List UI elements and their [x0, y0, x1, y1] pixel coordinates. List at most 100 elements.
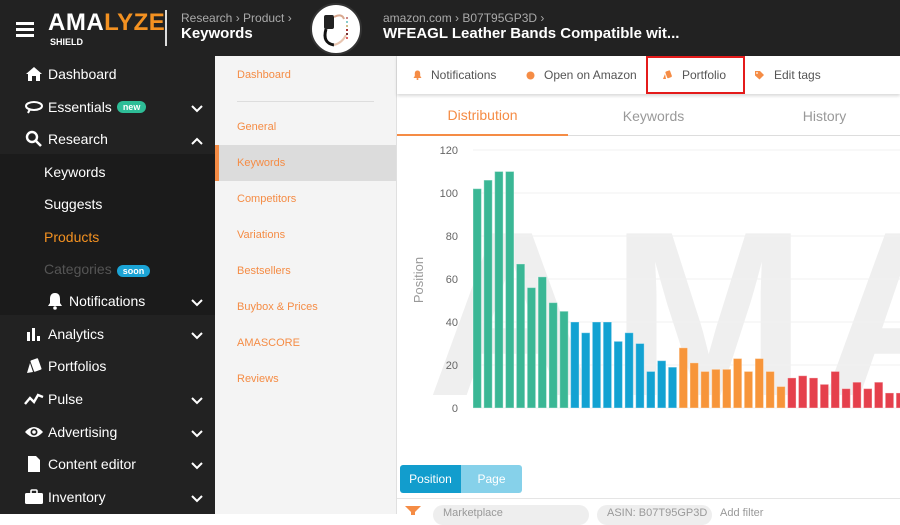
- sidebar-subitem-notifications[interactable]: Notifications: [0, 285, 215, 317]
- bar-red[interactable]: [830, 370, 840, 409]
- bar-red[interactable]: [863, 388, 873, 409]
- y-tick-label: 80: [446, 231, 458, 243]
- bar-red[interactable]: [884, 392, 895, 409]
- bar-blue[interactable]: [667, 366, 678, 409]
- bar-red[interactable]: [852, 381, 862, 409]
- bar-green[interactable]: [559, 310, 569, 409]
- bar-green[interactable]: [537, 276, 548, 409]
- bar-red[interactable]: [798, 375, 808, 409]
- marketplace-filter-chip[interactable]: Marketplace: [433, 505, 589, 525]
- sidebar-item-advertising[interactable]: Advertising: [0, 416, 215, 448]
- bar-orange[interactable]: [678, 347, 689, 409]
- bar-blue[interactable]: [656, 360, 667, 409]
- y-tick-label: 120: [440, 145, 458, 157]
- bar-blue[interactable]: [613, 340, 623, 409]
- eye-icon: [23, 425, 45, 439]
- page-title: Keywords: [181, 25, 253, 42]
- sidebar-item-research[interactable]: Research: [0, 123, 215, 155]
- chevron-up-icon[interactable]: [191, 132, 203, 148]
- bar-green[interactable]: [494, 171, 504, 409]
- bar-red[interactable]: [819, 383, 830, 409]
- bar-orange[interactable]: [711, 368, 721, 409]
- sidebar-item-essentials[interactable]: Essentials new: [0, 91, 215, 123]
- subnav-amascore[interactable]: AMASCORE: [215, 325, 396, 361]
- bar-orange[interactable]: [776, 386, 786, 409]
- subnav-variations[interactable]: Variations: [215, 217, 396, 253]
- sidebar-item-pulse[interactable]: Pulse: [0, 383, 215, 415]
- bar-blue[interactable]: [591, 321, 602, 409]
- bar-orange[interactable]: [700, 370, 710, 409]
- product-image: [310, 3, 362, 55]
- page-toggle-button[interactable]: Page: [461, 465, 522, 493]
- product-subnav: Dashboard General Keywords Competitors V…: [215, 56, 397, 514]
- bell-icon: [44, 292, 66, 310]
- y-tick-label: 100: [440, 188, 458, 200]
- bar-green[interactable]: [483, 179, 493, 409]
- new-badge: new: [116, 101, 147, 113]
- subnav-dashboard[interactable]: Dashboard: [215, 57, 396, 93]
- bar-red[interactable]: [895, 392, 900, 409]
- bar-blue[interactable]: [602, 321, 613, 409]
- bar-red[interactable]: [808, 377, 819, 409]
- sidebar-subitem-keywords[interactable]: Keywords: [44, 164, 105, 180]
- sidebar-item-portfolios[interactable]: Portfolios: [0, 350, 215, 382]
- bar-red[interactable]: [787, 377, 797, 409]
- subnav-bestsellers[interactable]: Bestsellers: [215, 253, 396, 289]
- top-bar: AMALYZE SHIELD Research › Product › Keyw…: [0, 0, 900, 56]
- open-on-amazon-button[interactable]: Open on Amazon: [526, 56, 637, 94]
- chevron-down-icon[interactable]: [191, 425, 203, 441]
- edit-tags-button[interactable]: Edit tags: [754, 56, 821, 94]
- chevron-down-icon[interactable]: [191, 100, 203, 116]
- sidebar-item-analytics[interactable]: Analytics: [0, 318, 215, 350]
- bar-blue[interactable]: [570, 321, 580, 409]
- bar-red[interactable]: [873, 381, 884, 409]
- sidebar-subitem-suggests[interactable]: Suggests: [44, 196, 102, 212]
- subnav-keywords[interactable]: Keywords: [215, 145, 396, 181]
- subnav-buybox-prices[interactable]: Buybox & Prices: [215, 289, 396, 325]
- subnav-reviews[interactable]: Reviews: [215, 361, 396, 397]
- bar-orange[interactable]: [689, 362, 699, 409]
- bar-green[interactable]: [515, 263, 526, 409]
- bar-orange[interactable]: [743, 370, 754, 409]
- bar-green[interactable]: [472, 188, 482, 409]
- subnav-competitors[interactable]: Competitors: [215, 181, 396, 217]
- sidebar-item-content-editor[interactable]: Content editor: [0, 448, 215, 480]
- tab-history[interactable]: History: [739, 96, 900, 136]
- bar-green[interactable]: [548, 302, 558, 409]
- add-filter-link[interactable]: Add filter: [720, 507, 763, 519]
- chevron-down-icon[interactable]: [191, 294, 203, 310]
- bar-red[interactable]: [841, 388, 851, 409]
- sidebar-item-inventory[interactable]: Inventory: [0, 481, 215, 513]
- bar-orange[interactable]: [765, 370, 775, 409]
- tab-keywords[interactable]: Keywords: [568, 96, 739, 136]
- logo[interactable]: AMALYZE: [48, 10, 165, 36]
- notifications-button[interactable]: Notifications: [413, 56, 496, 94]
- asin-filter-chip[interactable]: ASIN: B07T95GP3D: [597, 505, 712, 525]
- chevron-down-icon[interactable]: [191, 457, 203, 473]
- bar-blue[interactable]: [646, 370, 656, 409]
- essentials-icon: [23, 100, 45, 114]
- chevron-down-icon[interactable]: [191, 327, 203, 343]
- bar-green[interactable]: [505, 171, 515, 409]
- bar-blue[interactable]: [635, 343, 645, 409]
- chevron-down-icon[interactable]: [191, 392, 203, 408]
- sidebar-subitem-products[interactable]: Products: [44, 229, 99, 245]
- portfolio-button[interactable]: Portfolio: [662, 56, 726, 94]
- product-breadcrumb[interactable]: amazon.com › B07T95GP3D ›: [383, 11, 544, 25]
- portfolio-icon: [662, 70, 673, 80]
- breadcrumb[interactable]: Research › Product ›: [181, 11, 292, 25]
- bar-green[interactable]: [526, 287, 537, 409]
- chevron-down-icon[interactable]: [191, 490, 203, 506]
- menu-icon[interactable]: [16, 22, 34, 37]
- tab-distribution[interactable]: Distribution: [397, 96, 568, 136]
- bar-blue[interactable]: [581, 332, 591, 409]
- sidebar-item-dashboard[interactable]: Dashboard: [0, 58, 215, 90]
- subnav-general[interactable]: General: [215, 109, 396, 145]
- bar-blue[interactable]: [624, 332, 634, 409]
- position-toggle-button[interactable]: Position: [400, 465, 461, 493]
- bar-orange[interactable]: [722, 368, 732, 409]
- bar-orange[interactable]: [732, 358, 743, 409]
- sidebar: Dashboard Essentials new Research Keywor…: [0, 56, 215, 514]
- bar-orange[interactable]: [754, 358, 765, 409]
- y-tick-label: 20: [446, 360, 458, 372]
